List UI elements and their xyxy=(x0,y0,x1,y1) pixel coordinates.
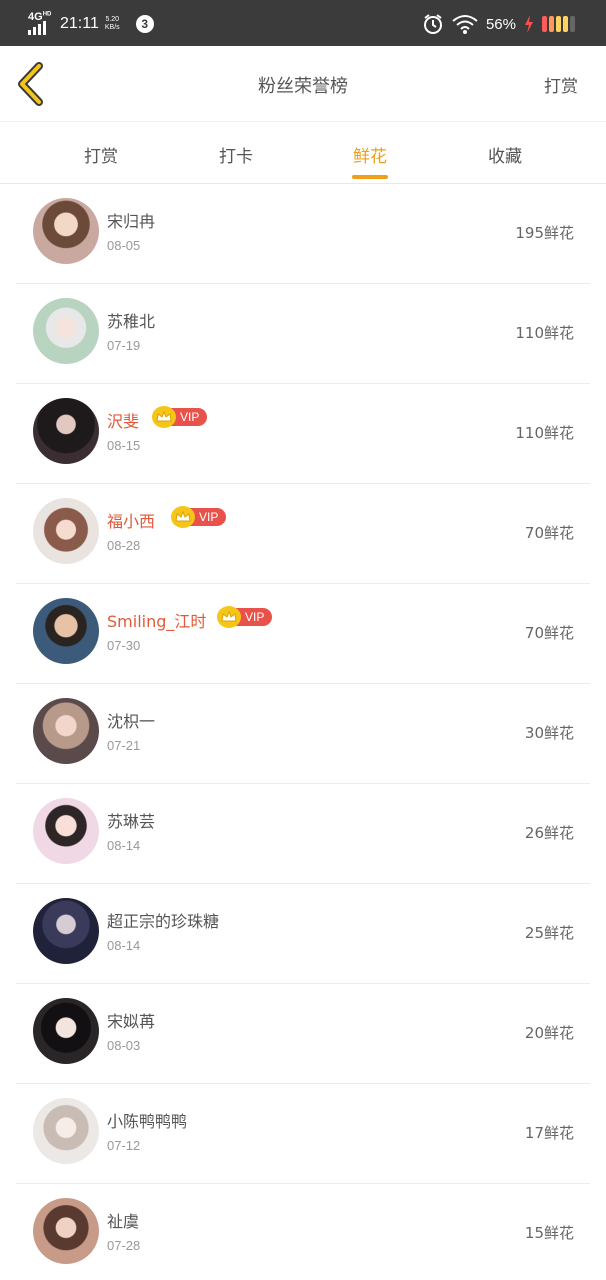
fan-name[interactable]: 小陈鸭鸭鸭 xyxy=(107,1108,187,1132)
flower-count: 30鲜花 xyxy=(524,724,574,742)
battery-percent: 56% xyxy=(485,15,516,33)
net-speed: 5.20 KB/s xyxy=(105,16,120,32)
avatar[interactable] xyxy=(33,798,99,864)
avatar[interactable] xyxy=(33,1198,99,1264)
wifi-icon xyxy=(452,15,478,34)
list-item[interactable]: 沢斐 VIP 08-15 110鲜花 xyxy=(16,384,590,484)
charging-icon xyxy=(525,15,533,33)
list-item[interactable]: 宋归冉 08-05 195鲜花 xyxy=(16,184,590,284)
list-item[interactable]: 宋姒苒 08-03 20鲜花 xyxy=(16,984,590,1084)
tab-reward[interactable]: 打赏 xyxy=(61,142,141,167)
tab-flowers[interactable]: 鲜花 xyxy=(330,142,410,167)
flower-count: 195鲜花 xyxy=(515,224,574,242)
active-tab-indicator xyxy=(352,175,388,179)
crown-icon xyxy=(171,506,195,528)
tab-favorites[interactable]: 收藏 xyxy=(465,142,545,167)
avatar[interactable] xyxy=(33,998,99,1064)
fan-date: 08-03 xyxy=(107,1038,141,1053)
fan-date: 07-21 xyxy=(107,738,141,753)
page-title: 粉丝荣誉榜 xyxy=(258,76,348,97)
signal-icon: 4GHD xyxy=(26,11,56,37)
vip-badge: VIP xyxy=(217,606,273,628)
fan-date: 08-05 xyxy=(107,238,141,253)
list-item[interactable]: 苏琳芸 08-14 26鲜花 xyxy=(16,784,590,884)
fan-name[interactable]: 超正宗的珍珠糖 xyxy=(107,908,219,932)
fan-name[interactable]: 祉虞 xyxy=(107,1208,139,1232)
avatar[interactable] xyxy=(33,398,99,464)
list-item[interactable]: 福小西 VIP 08-28 70鲜花 xyxy=(16,484,590,584)
flower-count: 110鲜花 xyxy=(515,324,574,342)
fan-name[interactable]: 宋归冉 xyxy=(107,208,155,232)
alarm-icon xyxy=(423,14,442,34)
list-item[interactable]: 超正宗的珍珠糖 08-14 25鲜花 xyxy=(16,884,590,984)
notification-count-badge: 3 xyxy=(135,15,154,33)
status-bar: 4GHD 21:11 5.20 KB/s 3 56% xyxy=(0,0,606,46)
avatar[interactable] xyxy=(33,898,99,964)
fan-date: 07-12 xyxy=(107,1138,141,1153)
avatar[interactable] xyxy=(33,598,99,664)
fan-date: 08-14 xyxy=(107,938,141,953)
vip-badge: VIP xyxy=(152,406,208,428)
flower-count: 25鲜花 xyxy=(524,924,574,942)
fan-date: 07-19 xyxy=(107,338,141,353)
avatar[interactable] xyxy=(33,698,99,764)
battery-icon xyxy=(542,15,582,33)
status-right: 56% xyxy=(422,12,582,36)
list-item[interactable]: 祉虞 07-28 15鲜花 xyxy=(16,1184,590,1280)
flower-count: 70鲜花 xyxy=(524,624,574,642)
fan-ranking-list: 宋归冉 08-05 195鲜花 苏稚北 07-19 110鲜花 沢斐 VIP 0… xyxy=(0,184,606,1280)
fan-date: 08-15 xyxy=(107,438,141,453)
status-left: 4GHD 21:11 5.20 KB/s 3 xyxy=(26,10,154,38)
nav-header: 粉丝荣誉榜 打赏 xyxy=(0,46,606,122)
fan-name[interactable]: 沈枳一 xyxy=(107,708,155,732)
flower-count: 70鲜花 xyxy=(524,524,574,542)
fan-name[interactable]: 苏琳芸 xyxy=(107,808,155,832)
list-item[interactable]: Smiling_江时 VIP 07-30 70鲜花 xyxy=(16,584,590,684)
fan-date: 08-28 xyxy=(107,538,141,553)
tab-bar: 打赏 打卡 鲜花 收藏 xyxy=(0,122,606,184)
tab-checkin[interactable]: 打卡 xyxy=(196,142,276,167)
fan-name[interactable]: 苏稚北 xyxy=(107,308,155,332)
flower-count: 26鲜花 xyxy=(524,824,574,842)
vip-badge: VIP xyxy=(171,506,227,528)
fan-name[interactable]: 宋姒苒 xyxy=(107,1008,155,1032)
fan-date: 07-30 xyxy=(107,638,141,653)
net-speed-value: 5.20 xyxy=(105,16,120,23)
avatar[interactable] xyxy=(33,1098,99,1164)
flower-count: 110鲜花 xyxy=(515,424,574,442)
flower-count: 20鲜花 xyxy=(524,1024,574,1042)
crown-icon xyxy=(217,606,241,628)
crown-icon xyxy=(152,406,176,428)
fan-date: 07-28 xyxy=(107,1238,141,1253)
reward-button[interactable]: 打赏 xyxy=(544,72,578,97)
fan-name[interactable]: 沢斐 xyxy=(107,408,139,432)
fan-name[interactable]: 福小西 xyxy=(107,508,155,532)
list-item[interactable]: 沈枳一 07-21 30鲜花 xyxy=(16,684,590,784)
list-item[interactable]: 苏稚北 07-19 110鲜花 xyxy=(16,284,590,384)
network-hd: HD xyxy=(42,11,52,18)
avatar[interactable] xyxy=(33,298,99,364)
fan-name[interactable]: Smiling_江时 xyxy=(107,608,206,632)
avatar[interactable] xyxy=(33,198,99,264)
net-speed-unit: KB/s xyxy=(104,24,120,31)
fan-date: 08-14 xyxy=(107,838,141,853)
flower-count: 17鲜花 xyxy=(524,1124,574,1142)
flower-count: 15鲜花 xyxy=(524,1224,574,1242)
avatar[interactable] xyxy=(33,498,99,564)
list-item[interactable]: 小陈鸭鸭鸭 07-12 17鲜花 xyxy=(16,1084,590,1184)
clock: 21:11 xyxy=(60,15,99,32)
